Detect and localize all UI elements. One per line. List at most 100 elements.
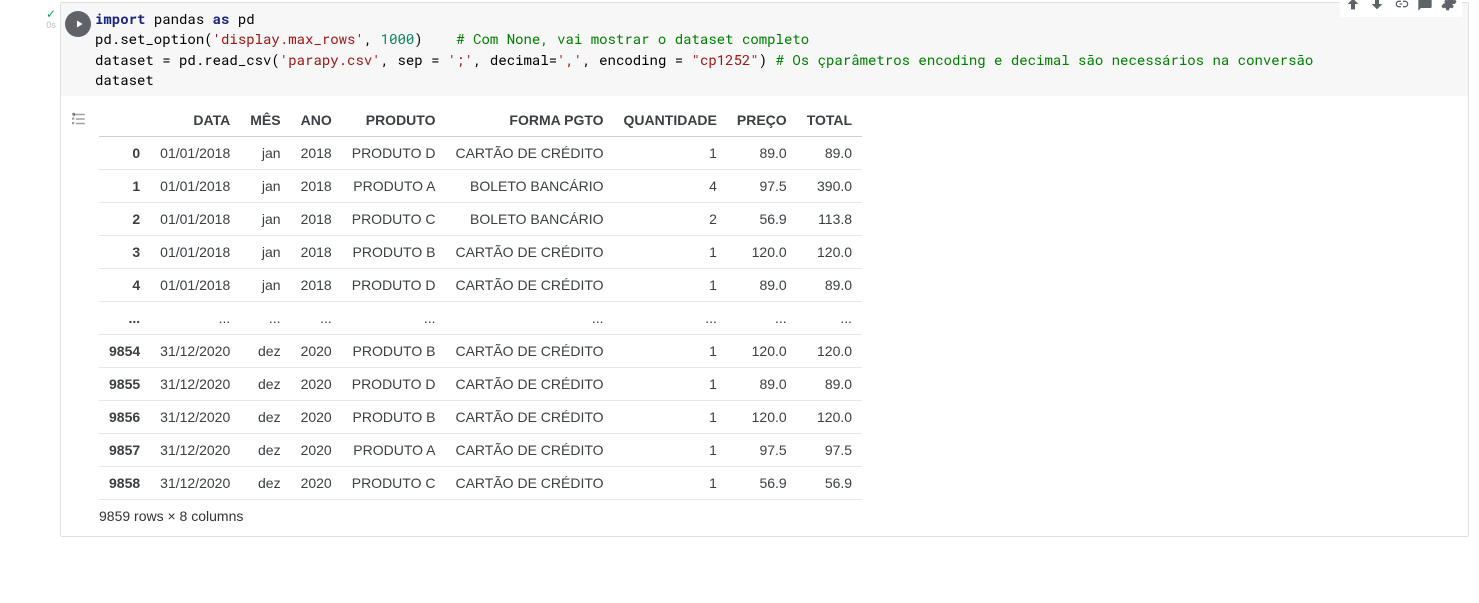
- run-button[interactable]: [65, 11, 91, 37]
- table-row: 301/01/2018jan2018PRODUTO BCARTÃO DE CRÉ…: [99, 236, 862, 269]
- table-cell: ...: [291, 302, 342, 335]
- table-body: 001/01/2018jan2018PRODUTO DCARTÃO DE CRÉ…: [99, 137, 862, 500]
- table-cell: 2020: [291, 401, 342, 434]
- table-row: 985731/12/2020dez2020PRODUTO ACARTÃO DE …: [99, 434, 862, 467]
- table-row: 985831/12/2020dez2020PRODUTO CCARTÃO DE …: [99, 467, 862, 500]
- table-cell: 1: [614, 401, 727, 434]
- table-cell: PRODUTO C: [342, 467, 446, 500]
- code-keyword: as: [213, 9, 230, 28]
- move-down-button[interactable]: [1366, 0, 1388, 15]
- output-gutter: [61, 104, 95, 128]
- code-text: , sep =: [381, 50, 448, 69]
- table-header: DATAMÊSANOPRODUTOFORMA PGTOQUANTIDADEPRE…: [99, 104, 862, 137]
- output-area: DATAMÊSANOPRODUTOFORMA PGTOQUANTIDADEPRE…: [61, 96, 1468, 536]
- table-row: 985631/12/2020dez2020PRODUTO BCARTÃO DE …: [99, 401, 862, 434]
- table-cell: CARTÃO DE CRÉDITO: [445, 335, 613, 368]
- table-cell: dez: [240, 467, 290, 500]
- table-cell: jan: [240, 137, 290, 170]
- table-row: 985531/12/2020dez2020PRODUTO DCARTÃO DE …: [99, 368, 862, 401]
- code-text: ): [414, 29, 456, 48]
- table-cell: 2020: [291, 335, 342, 368]
- code-keyword: import: [95, 9, 145, 28]
- table-cell: 31/12/2020: [150, 467, 240, 500]
- table-cell: 2020: [291, 467, 342, 500]
- table-cell: 120.0: [727, 401, 797, 434]
- table-cell: 120.0: [727, 236, 797, 269]
- table-cell: jan: [240, 203, 290, 236]
- table-cell: PRODUTO B: [342, 401, 446, 434]
- comment-button[interactable]: [1414, 0, 1436, 15]
- settings-button[interactable]: [1438, 0, 1460, 15]
- table-cell: 89.0: [727, 368, 797, 401]
- table-cell: PRODUTO D: [342, 368, 446, 401]
- output-toggle-button[interactable]: [69, 110, 87, 128]
- table-cell: 2020: [291, 368, 342, 401]
- table-cell: ...: [150, 302, 240, 335]
- move-up-button[interactable]: [1342, 0, 1364, 15]
- column-header: MÊS: [240, 104, 290, 137]
- row-index: 3: [99, 236, 150, 269]
- table-cell: 1: [614, 269, 727, 302]
- code-editor[interactable]: import pandas as pd pd.set_option('displ…: [95, 9, 1460, 90]
- table-cell: 2018: [291, 137, 342, 170]
- code-comment: # Com None, vai mostrar o dataset comple…: [456, 29, 809, 48]
- column-header: DATA: [150, 104, 240, 137]
- table-cell: ...: [240, 302, 290, 335]
- code-comment: # Os çparâmetros encoding e decimal são …: [776, 50, 1314, 69]
- table-cell: 2018: [291, 269, 342, 302]
- row-index: 9855: [99, 368, 150, 401]
- execution-check-icon: ✓: [46, 8, 56, 20]
- row-index: 2: [99, 203, 150, 236]
- table-cell: 1: [614, 137, 727, 170]
- table-cell: 2018: [291, 236, 342, 269]
- table-cell: 120.0: [797, 335, 862, 368]
- table-cell: 97.5: [797, 434, 862, 467]
- table-cell: dez: [240, 368, 290, 401]
- table-cell: jan: [240, 236, 290, 269]
- table-cell: 120.0: [797, 401, 862, 434]
- code-input-area[interactable]: import pandas as pd pd.set_option('displ…: [61, 3, 1468, 96]
- table-cell: BOLETO BANCÁRIO: [445, 203, 613, 236]
- table-row: 101/01/2018jan2018PRODUTO ABOLETO BANCÁR…: [99, 170, 862, 203]
- dataframe-summary: 9859 rows × 8 columns: [99, 508, 862, 524]
- table-cell: CARTÃO DE CRÉDITO: [445, 434, 613, 467]
- table-cell: 120.0: [797, 236, 862, 269]
- column-header: PREÇO: [727, 104, 797, 137]
- table-cell: CARTÃO DE CRÉDITO: [445, 269, 613, 302]
- table-cell: 2018: [291, 170, 342, 203]
- table-row: 401/01/2018jan2018PRODUTO DCARTÃO DE CRÉ…: [99, 269, 862, 302]
- table-cell: PRODUTO A: [342, 170, 446, 203]
- table-cell: CARTÃO DE CRÉDITO: [445, 236, 613, 269]
- table-row: 985431/12/2020dez2020PRODUTO BCARTÃO DE …: [99, 335, 862, 368]
- table-cell: 1: [614, 368, 727, 401]
- code-text: pd: [229, 9, 254, 28]
- table-cell: dez: [240, 335, 290, 368]
- code-number: 1000: [381, 29, 415, 48]
- code-text: dataset = pd.read_csv(: [95, 50, 280, 69]
- arrow-down-icon: [1369, 0, 1385, 12]
- table-cell: 2: [614, 203, 727, 236]
- link-button[interactable]: [1390, 0, 1412, 15]
- cell-container: import pandas as pd pd.set_option('displ…: [60, 2, 1469, 537]
- output-content: DATAMÊSANOPRODUTOFORMA PGTOQUANTIDADEPRE…: [95, 104, 862, 524]
- table-cell: 89.0: [797, 137, 862, 170]
- table-cell: 1: [614, 434, 727, 467]
- table-cell: 01/01/2018: [150, 236, 240, 269]
- table-cell: PRODUTO B: [342, 236, 446, 269]
- table-cell: 01/01/2018: [150, 170, 240, 203]
- table-cell: PRODUTO B: [342, 335, 446, 368]
- table-cell: 89.0: [727, 269, 797, 302]
- cell-gutter: ✓ 0s: [0, 2, 60, 31]
- table-cell: 56.9: [797, 467, 862, 500]
- code-string: ',': [557, 50, 582, 69]
- table-cell: 1: [614, 236, 727, 269]
- table-cell: PRODUTO D: [342, 269, 446, 302]
- run-button-container: [61, 9, 95, 37]
- index-header: [99, 104, 150, 137]
- comment-icon: [1417, 0, 1433, 12]
- row-index: 9854: [99, 335, 150, 368]
- table-cell: 89.0: [727, 137, 797, 170]
- table-cell: BOLETO BANCÁRIO: [445, 170, 613, 203]
- code-text: ): [759, 50, 776, 69]
- table-cell: 97.5: [727, 170, 797, 203]
